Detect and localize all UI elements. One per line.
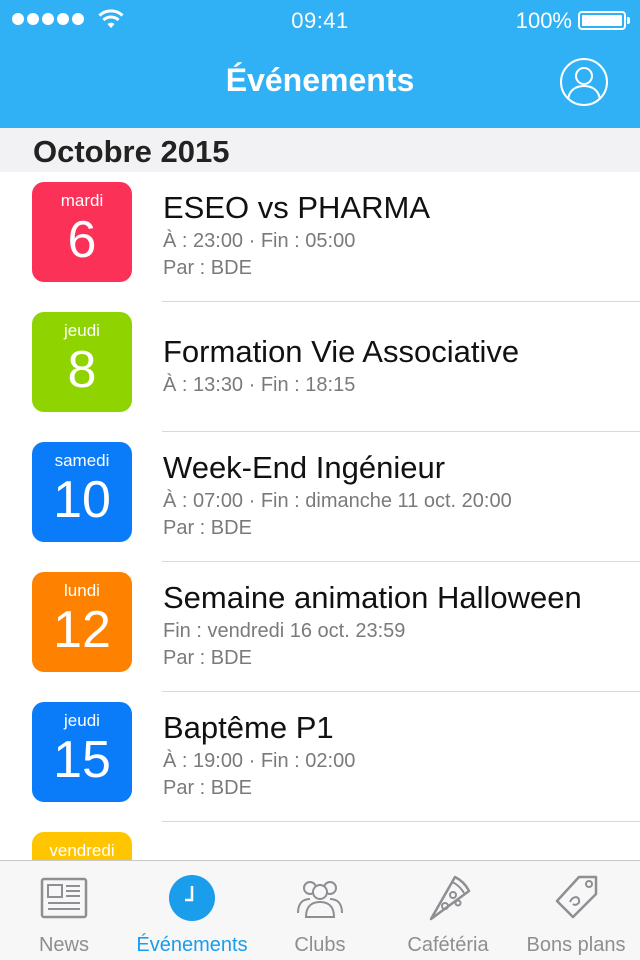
event-weekday: samedi [54, 451, 110, 470]
event-date-tile: mardi 6 [32, 182, 132, 282]
event-organizer: Par : BDE [163, 647, 252, 669]
event-row[interactable]: samedi 10 Week-End Ingénieur À : 07:00 ·… [0, 432, 640, 562]
event-time-line: À : 07:00 · Fin : dimanche 11 oct. 20:00 [163, 490, 512, 512]
tab-bons-plans[interactable]: Bons plans [512, 861, 640, 960]
event-row[interactable]: mardi 6 ESEO vs PHARMA À : 23:00 · Fin :… [0, 172, 640, 302]
event-day-number: 8 [67, 341, 97, 399]
event-day-number: 12 [53, 601, 111, 659]
event-date-tile: lundi 12 [32, 572, 132, 672]
status-bar: 09:41 100% [0, 0, 640, 40]
battery-icon [578, 11, 630, 30]
event-weekday: lundi [64, 581, 100, 600]
event-title: Week-End Ingénieur [163, 450, 446, 485]
event-weekday: jeudi [64, 711, 100, 730]
event-weekday: mardi [60, 191, 104, 210]
month-section-header: Octobre 2015 [0, 128, 640, 172]
tab-label: News [38, 934, 89, 956]
event-organizer: Par : BDE [163, 257, 252, 279]
event-day-number: 6 [67, 211, 97, 269]
tab-cafeteria[interactable]: Cafétéria [384, 861, 512, 960]
event-organizer: Par : BDE [163, 517, 252, 539]
month-label: Octobre 2015 [33, 134, 230, 169]
page-title: Événements [225, 62, 415, 98]
event-time-line: À : 13:30 · Fin : 18:15 [163, 374, 356, 396]
event-time-line: À : 23:00 · Fin : 05:00 [163, 230, 356, 252]
event-weekday: vendredi [49, 841, 115, 860]
tab-news[interactable]: News [0, 861, 128, 960]
price-tag-icon [555, 875, 598, 919]
tab-bar: News Événements Clubs Cafétéria Bons pla… [0, 860, 640, 960]
tab-label: Clubs [294, 934, 346, 956]
tab-label: Événements [136, 934, 248, 956]
event-time-line: Fin : vendredi 16 oct. 23:59 [163, 620, 406, 642]
event-row[interactable]: lundi 12 Semaine animation Halloween Fin… [0, 562, 640, 692]
event-title: Baptême P1 [163, 710, 334, 745]
tab-label: Bons plans [526, 934, 626, 956]
event-date-tile: jeudi 15 [32, 702, 132, 802]
tab-label: Cafétéria [407, 934, 489, 956]
event-title: ESEO vs PHARMA [163, 190, 430, 225]
event-time-line: À : 19:00 · Fin : 02:00 [163, 750, 356, 772]
event-date-tile: samedi 10 [32, 442, 132, 542]
group-people-icon [297, 881, 343, 918]
user-profile-icon[interactable] [560, 58, 608, 106]
event-organizer: Par : BDE [163, 777, 252, 799]
event-row[interactable]: vendredi [0, 822, 640, 860]
event-day-number: 15 [53, 731, 111, 789]
event-date-tile: jeudi 8 [32, 312, 132, 412]
newspaper-icon [40, 877, 88, 919]
tab-evenements[interactable]: Événements [128, 861, 256, 960]
event-day-number: 10 [53, 471, 111, 529]
header-bar: 09:41 100% Événements [0, 0, 640, 128]
event-row[interactable]: jeudi 8 Formation Vie Associative À : 13… [0, 302, 640, 432]
pizza-slice-icon [429, 875, 471, 921]
event-weekday: jeudi [64, 321, 100, 340]
battery-percentage: 100% [515, 8, 572, 33]
events-list[interactable]: mardi 6 ESEO vs PHARMA À : 23:00 · Fin :… [0, 172, 640, 860]
event-date-tile: vendredi [32, 832, 132, 860]
event-row[interactable]: jeudi 15 Baptême P1 À : 19:00 · Fin : 02… [0, 692, 640, 822]
tab-clubs[interactable]: Clubs [256, 861, 384, 960]
event-title: Semaine animation Halloween [163, 580, 582, 615]
event-title: Formation Vie Associative [163, 334, 520, 369]
clock-icon [169, 875, 215, 921]
